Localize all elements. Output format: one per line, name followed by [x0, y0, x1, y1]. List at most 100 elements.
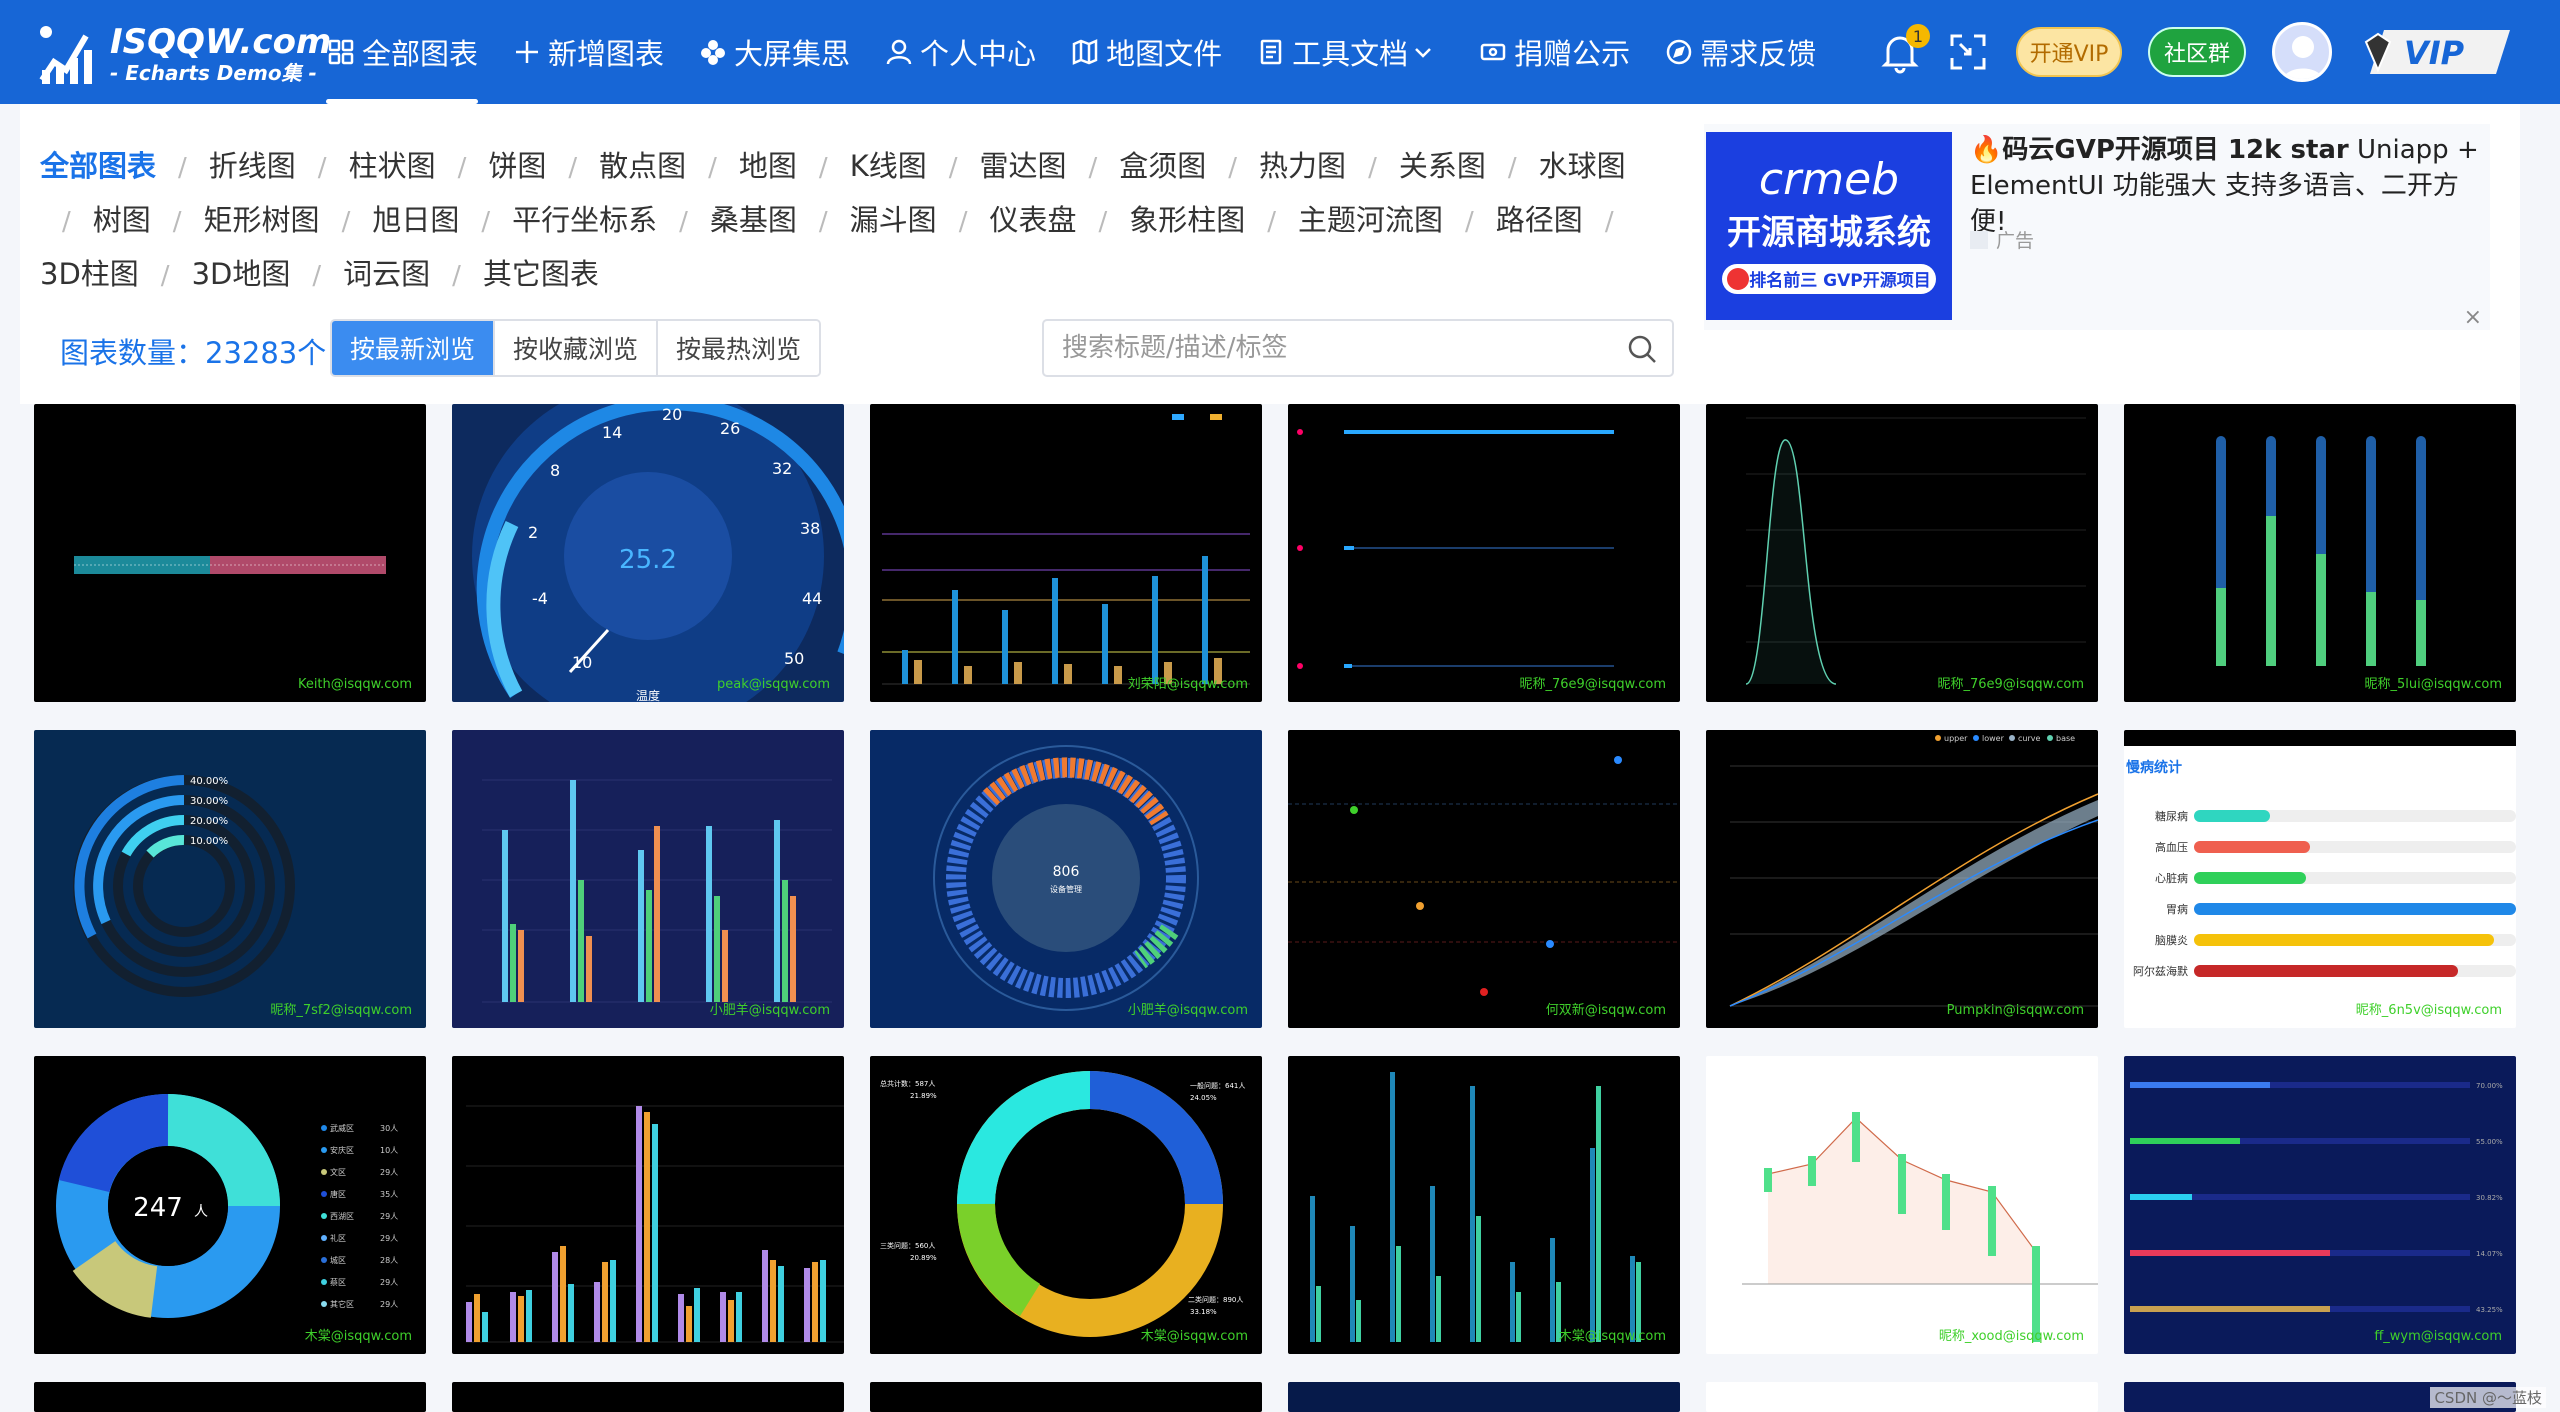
category-item[interactable]: 仪表盘	[989, 194, 1076, 246]
nav-donation[interactable]: 捐赠公示	[1478, 0, 1630, 104]
sort-favorites-tab[interactable]: 按收藏浏览	[495, 321, 659, 375]
chart-card-12[interactable]: 慢病统计 糖尿病 高血压 心脏病 胃病 脑膜炎 阿尔兹海默 昵称_6n5v@is…	[2124, 730, 2516, 1028]
category-item[interactable]: 漏斗图	[850, 194, 937, 246]
community-group-button[interactable]: 社区群	[2148, 27, 2246, 77]
category-item[interactable]: 雷达图	[979, 140, 1066, 192]
donut-pct: 21.89%	[910, 1092, 937, 1100]
category-separator: /	[62, 207, 71, 237]
category-item[interactable]: 饼图	[488, 140, 546, 192]
category-separator: /	[452, 261, 461, 291]
nav-feedback[interactable]: 需求反馈	[1664, 0, 1816, 104]
category-item[interactable]: 其它图表	[483, 248, 599, 300]
footer-note: CSDN @～蓝枝	[2430, 1387, 2546, 1408]
gauge-value: 25.2	[619, 545, 677, 575]
chart-card-21[interactable]	[870, 1382, 1262, 1412]
site-logo[interactable]: ISQQW.com - Echarts Demo集 -	[36, 22, 331, 86]
avatar[interactable]	[2272, 22, 2332, 82]
category-item[interactable]: 旭日图	[372, 194, 459, 246]
donut-label: 三类问题：560人	[880, 1241, 935, 1250]
category-item[interactable]: 主题河流图	[1298, 194, 1443, 246]
category-separator: /	[1088, 153, 1098, 183]
exit-fullscreen-icon[interactable]	[1948, 32, 1988, 72]
chevron-down-icon	[1408, 37, 1438, 67]
notification-badge: 1	[1906, 24, 1930, 48]
chart-card-4[interactable]: 昵称_76e9@isqqw.com	[1288, 404, 1680, 702]
legend-item: 城区	[330, 1256, 346, 1265]
category-separator: /	[1465, 207, 1474, 237]
category-separator: /	[1368, 153, 1377, 183]
ad-image[interactable]: crmeb 开源商城系统 排名前三 GVP开源项目	[1706, 132, 1952, 320]
category-item[interactable]: 树图	[93, 194, 151, 246]
ad-close-button[interactable]: ×	[2464, 305, 2482, 330]
chart-card-11[interactable]: upper lower curve base Pumpkin@isqqw.com	[1706, 730, 2098, 1028]
chart-card-3[interactable]: 刘荣阳@isqqw.com	[870, 404, 1262, 702]
chart-card-8[interactable]: 小肥羊@isqqw.com	[452, 730, 844, 1028]
chart-card-6[interactable]: 昵称_5lui@isqqw.com	[2124, 404, 2516, 702]
category-item[interactable]: 关系图	[1399, 140, 1486, 192]
search-input[interactable]	[1044, 321, 1604, 375]
chart-card-5[interactable]: 昵称_76e9@isqqw.com	[1706, 404, 2098, 702]
category-item[interactable]: 平行坐标系	[512, 194, 657, 246]
legend-num: 35人	[380, 1190, 398, 1199]
chart-card-2[interactable]: 25.2 2 8 14 20 26 32 38 44 50 -4 10 温度 p…	[452, 404, 844, 702]
category-list: 全部图表 / 折线图 / 柱状图 / 饼图 / 散点图 / 地图 / K线图 / 雷达图 / 盒须图 / 热力图 / 关…	[40, 140, 1660, 302]
chart-card-13[interactable]: 247 人 武威区 30人 安庆区 10人 文区 29人 唐区 35人 西湖区 29人 礼…	[34, 1056, 426, 1354]
category-item[interactable]: 词云图	[343, 248, 430, 300]
ad-img-brand: crmeb	[1759, 154, 1899, 205]
chart-card-9[interactable]: 806 设备管理 小肥羊@isqqw.com	[870, 730, 1262, 1028]
sort-hottest-tab[interactable]: 按最热浏览	[658, 321, 820, 375]
nav-personal-center[interactable]: 个人中心	[884, 0, 1036, 104]
chart-card-18[interactable]: 70.00% 55.00% 30.82% 14.07% 43.25% ff_wy…	[2124, 1056, 2516, 1354]
category-item[interactable]: 折线图	[209, 140, 296, 192]
search-icon[interactable]	[1626, 333, 1658, 365]
legend-num: 30人	[380, 1124, 398, 1133]
chart-card-20[interactable]	[452, 1382, 844, 1412]
category-item[interactable]: 3D地图	[192, 248, 291, 300]
category-item[interactable]: 热力图	[1259, 140, 1346, 192]
nav-map-files[interactable]: 地图文件	[1070, 0, 1222, 104]
chart-card-22[interactable]	[1288, 1382, 1680, 1412]
category-separator: /	[341, 207, 351, 237]
chart-card-19[interactable]	[34, 1382, 426, 1412]
category-item[interactable]: 路径图	[1496, 194, 1583, 246]
nav-label: 个人中心	[920, 37, 1037, 71]
category-separator: /	[568, 153, 578, 183]
category-item[interactable]: 桑基图	[710, 194, 797, 246]
chart-card-1[interactable]: Keith@isqqw.com	[34, 404, 426, 702]
ad-banner[interactable]: crmeb 开源商城系统 排名前三 GVP开源项目 🔥码云GVP开源项目 12k…	[1704, 124, 2490, 330]
chart-card-17[interactable]: 昵称_xood@isqqw.com	[1706, 1056, 2098, 1354]
sort-latest-tab[interactable]: 按最新浏览	[332, 321, 496, 375]
chart-card-16[interactable]: 木棠@isqqw.com	[1288, 1056, 1680, 1354]
bar-label: 糖尿病	[2155, 809, 2188, 823]
category-separator: /	[172, 207, 182, 237]
category-item[interactable]: 盒须图	[1119, 140, 1206, 192]
ad-title[interactable]: 🔥码云GVP开源项目 12k star Uniapp + ElementUI 功…	[1970, 132, 2480, 240]
category-item[interactable]: 地图	[739, 140, 797, 192]
chart-card-10[interactable]: 何双新@isqqw.com	[1288, 730, 1680, 1028]
category-item[interactable]: 柱状图	[349, 140, 436, 192]
nav-tool-docs[interactable]: 工具文档	[1256, 0, 1444, 104]
nav-big-screen[interactable]: 大屏集思	[698, 0, 850, 104]
category-item[interactable]: 散点图	[599, 140, 686, 192]
category-item[interactable]: K线图	[850, 140, 927, 192]
vip-badge-icon[interactable]: VIP	[2356, 26, 2516, 78]
bar-pct: 70.00%	[2476, 1082, 2503, 1090]
nav-label: 全部图表	[362, 37, 479, 71]
nav-all-charts[interactable]: 全部图表	[326, 0, 479, 104]
category-item[interactable]: 3D柱图	[40, 248, 139, 300]
card-watermark: 昵称_7sf2@isqqw.com	[270, 1003, 412, 1018]
chart-card-23[interactable]	[1706, 1382, 2098, 1412]
open-vip-button[interactable]: 开通VIP	[2016, 27, 2122, 77]
category-item[interactable]: 全部图表	[40, 140, 156, 192]
nav-add-chart[interactable]: 新增图表	[512, 0, 664, 104]
category-separator: /	[948, 153, 958, 183]
chart-card-14[interactable]	[452, 1056, 844, 1354]
category-item[interactable]: 矩形树图	[204, 194, 320, 246]
chart-card-7[interactable]: 40.00% 30.00% 20.00% 10.00% 昵称_7sf2@isqq…	[34, 730, 426, 1028]
bar-label: 脑膜炎	[2155, 934, 2188, 947]
category-item[interactable]: 象形柱图	[1129, 194, 1245, 246]
category-item[interactable]: 水球图	[1539, 140, 1626, 192]
chart-card-15[interactable]: 总共计数：587人 21.89% 一般问题：641人 24.05% 三类问题：560…	[870, 1056, 1262, 1354]
card-watermark: 小肥羊@isqqw.com	[1127, 1003, 1248, 1018]
card-watermark: 昵称_76e9@isqqw.com	[1519, 677, 1666, 692]
